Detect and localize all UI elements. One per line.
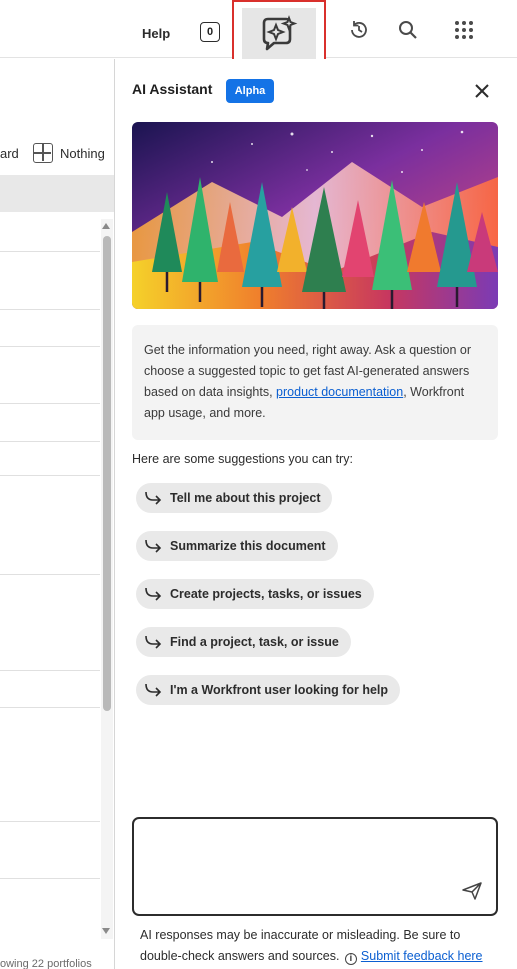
- table-row[interactable]: [0, 821, 100, 822]
- toolbar-partial-label[interactable]: ard: [0, 146, 19, 161]
- scrollbar-thumb[interactable]: [103, 236, 111, 711]
- hero-illustration: [132, 122, 498, 309]
- suggestion-chip[interactable]: Find a project, task, or issue: [136, 627, 351, 657]
- help-link[interactable]: Help: [142, 26, 170, 41]
- reply-arrow-icon: [145, 587, 162, 601]
- close-button[interactable]: [470, 79, 494, 103]
- table-header: [0, 175, 114, 212]
- suggestion-label: Tell me about this project: [170, 491, 321, 505]
- reply-arrow-icon: [145, 491, 162, 505]
- table-row[interactable]: [0, 670, 100, 671]
- notification-count-badge[interactable]: 0: [200, 22, 220, 42]
- suggestions-title: Here are some suggestions you can try:: [132, 452, 353, 466]
- reply-arrow-icon: [145, 539, 162, 553]
- top-bar: Help 0: [0, 0, 517, 71]
- prompt-input[interactable]: [132, 817, 498, 916]
- table-row[interactable]: [0, 475, 100, 476]
- send-icon[interactable]: [462, 882, 482, 900]
- scroll-up-arrow-icon[interactable]: [102, 223, 110, 229]
- grid-view-icon[interactable]: [33, 143, 53, 163]
- disclaimer: AI responses may be inaccurate or mislea…: [140, 925, 500, 967]
- suggestion-chip[interactable]: I'm a Workfront user looking for help: [136, 675, 401, 705]
- search-icon[interactable]: [397, 19, 419, 41]
- close-icon: [475, 84, 489, 98]
- table-row[interactable]: [0, 251, 100, 252]
- suggestion-label: Summarize this document: [170, 539, 326, 553]
- table-row[interactable]: [0, 707, 100, 708]
- table-row[interactable]: [0, 878, 100, 879]
- ai-assistant-button[interactable]: [242, 8, 316, 60]
- ai-assistant-panel: AI Assistant Alpha Get the information y…: [114, 59, 517, 969]
- table-row[interactable]: [0, 309, 100, 310]
- table-row[interactable]: [0, 346, 100, 347]
- scroll-down-arrow-icon[interactable]: [102, 928, 110, 934]
- suggestion-chip[interactable]: Tell me about this project: [136, 483, 333, 513]
- table-row[interactable]: [0, 441, 100, 442]
- panel-title: AI Assistant: [132, 81, 213, 97]
- suggestion-label: I'm a Workfront user looking for help: [170, 683, 389, 697]
- info-icon[interactable]: i: [344, 952, 357, 965]
- submit-feedback-link[interactable]: Submit feedback here: [361, 949, 483, 963]
- suggestion-label: Find a project, task, or issue: [170, 635, 339, 649]
- reply-arrow-icon: [145, 683, 162, 697]
- suggestion-chip[interactable]: Create projects, tasks, or issues: [136, 579, 374, 609]
- alpha-badge: Alpha: [226, 79, 274, 103]
- ai-assistant-icon: [262, 15, 298, 51]
- suggestion-label: Create projects, tasks, or issues: [170, 587, 362, 601]
- info-box: Get the information you need, right away…: [132, 325, 498, 440]
- group-by-nothing-label[interactable]: Nothing: [60, 146, 105, 161]
- reply-arrow-icon: [145, 635, 162, 649]
- product-documentation-link[interactable]: product documentation: [276, 385, 403, 399]
- results-count-text: owing 22 portfolios: [0, 958, 92, 969]
- table-row[interactable]: [0, 574, 100, 575]
- table-row[interactable]: [0, 403, 100, 404]
- background-app: ard Nothing owing 22 portfolios: [0, 59, 114, 969]
- app-grid-icon[interactable]: [453, 19, 475, 41]
- history-icon[interactable]: [348, 19, 370, 41]
- suggestion-chip[interactable]: Summarize this document: [136, 531, 338, 561]
